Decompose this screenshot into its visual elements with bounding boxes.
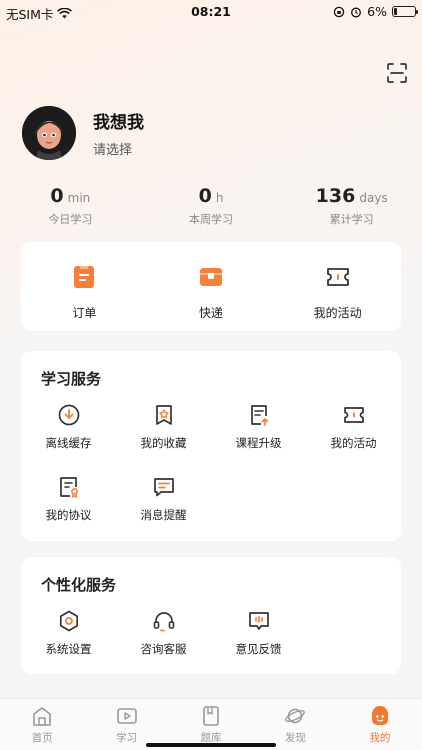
service-course-upgrade[interactable]: 课程升级 xyxy=(211,403,306,475)
quick-action-delivery[interactable]: 快递 xyxy=(148,242,275,331)
profile-subtitle[interactable]: 请选择 xyxy=(93,139,144,158)
service-notifications[interactable]: 消息提醒 xyxy=(116,475,211,547)
tab-label: 学习 xyxy=(116,732,138,744)
scan-icon[interactable] xyxy=(386,62,408,84)
star-bookmark-icon xyxy=(155,405,172,425)
service-label: 我的活动 xyxy=(330,436,377,450)
upgrade-document-icon xyxy=(250,405,268,426)
home-indicator xyxy=(146,743,276,747)
order-icon xyxy=(74,266,95,288)
stat-unit: min xyxy=(67,191,91,205)
quick-action-activity[interactable]: 我的活动 xyxy=(274,242,401,331)
message-icon xyxy=(153,478,174,497)
study-stats: 0 min 今日学习 0h 本周学习 136 days 累计学习 xyxy=(0,185,422,227)
profile-face-icon xyxy=(371,706,388,725)
service-feedback[interactable]: 意见反馈 xyxy=(211,609,306,681)
service-label: 消息提醒 xyxy=(140,508,187,522)
stat-unit: h xyxy=(215,191,224,205)
book-icon xyxy=(203,706,219,726)
study-services-card: 学习服务 离线缓存 我的收藏 课程升级 我的活动 我的协议 消息提醒 xyxy=(21,351,401,541)
service-label: 我的协议 xyxy=(45,508,92,522)
activity-ticket-icon xyxy=(326,268,349,286)
tab-label: 首页 xyxy=(31,732,53,744)
tab-label: 发现 xyxy=(284,732,306,744)
service-favorites[interactable]: 我的收藏 xyxy=(116,403,211,475)
agreement-icon xyxy=(59,477,78,499)
quick-action-label: 订单 xyxy=(72,306,97,320)
tab-home[interactable]: 首页 xyxy=(0,699,84,750)
stat-unit: days xyxy=(359,191,388,205)
personal-services-card: 个性化服务 系统设置 咨询客服 意见反馈 xyxy=(21,557,401,674)
section-title: 个性化服务 xyxy=(41,576,117,594)
section-title: 学习服务 xyxy=(41,370,102,388)
stat-label: 今日学习 xyxy=(48,213,93,226)
service-system-settings[interactable]: 系统设置 xyxy=(21,609,116,681)
rotation-lock-icon xyxy=(333,6,345,17)
battery-percent: 6% xyxy=(367,4,387,19)
service-label: 离线缓存 xyxy=(45,436,92,450)
service-label: 意见反馈 xyxy=(235,642,282,656)
service-offline-cache[interactable]: 离线缓存 xyxy=(21,403,116,475)
battery-icon xyxy=(392,6,418,17)
tab-profile[interactable]: 我的 xyxy=(338,699,422,750)
profile-name: 我想我 xyxy=(93,113,144,133)
download-icon xyxy=(58,404,79,426)
alarm-icon xyxy=(351,7,362,17)
profile-section[interactable]: 我想我 请选择 xyxy=(22,106,144,160)
service-label: 我的收藏 xyxy=(140,436,187,450)
stat-value: 0 xyxy=(50,185,64,207)
service-label: 咨询客服 xyxy=(140,642,187,656)
service-customer-support[interactable]: 咨询客服 xyxy=(116,609,211,681)
stat-label: 本周学习 xyxy=(189,213,233,226)
service-my-activity[interactable]: 我的活动 xyxy=(306,403,401,475)
avatar[interactable] xyxy=(22,106,76,160)
stat-total: 136 days 累计学习 xyxy=(281,185,422,227)
stat-value: 136 xyxy=(315,185,356,207)
tab-label: 我的 xyxy=(369,732,391,744)
service-agreements[interactable]: 我的协议 xyxy=(21,475,116,547)
stat-today: 0 min 今日学习 xyxy=(0,185,141,227)
stat-value: 0 xyxy=(198,185,212,207)
stat-label: 累计学习 xyxy=(329,213,374,226)
planet-icon xyxy=(285,708,306,724)
play-icon xyxy=(116,708,137,724)
feedback-icon xyxy=(248,612,269,630)
quick-action-label: 快递 xyxy=(199,306,224,320)
settings-icon xyxy=(59,610,78,632)
service-label: 系统设置 xyxy=(45,642,92,656)
stat-week: 0h 本周学习 xyxy=(141,185,282,227)
headset-icon xyxy=(153,612,174,632)
service-label: 课程升级 xyxy=(235,436,282,450)
status-bar: 无SIM卡 08:21 6% xyxy=(0,0,422,22)
home-icon xyxy=(33,707,52,726)
delivery-icon xyxy=(200,268,222,286)
ticket-icon xyxy=(343,407,364,423)
quick-action-label: 我的活动 xyxy=(313,306,362,320)
quick-action-orders[interactable]: 订单 xyxy=(21,242,148,331)
quick-actions-card: 订单 快递 我的活动 xyxy=(21,242,401,331)
